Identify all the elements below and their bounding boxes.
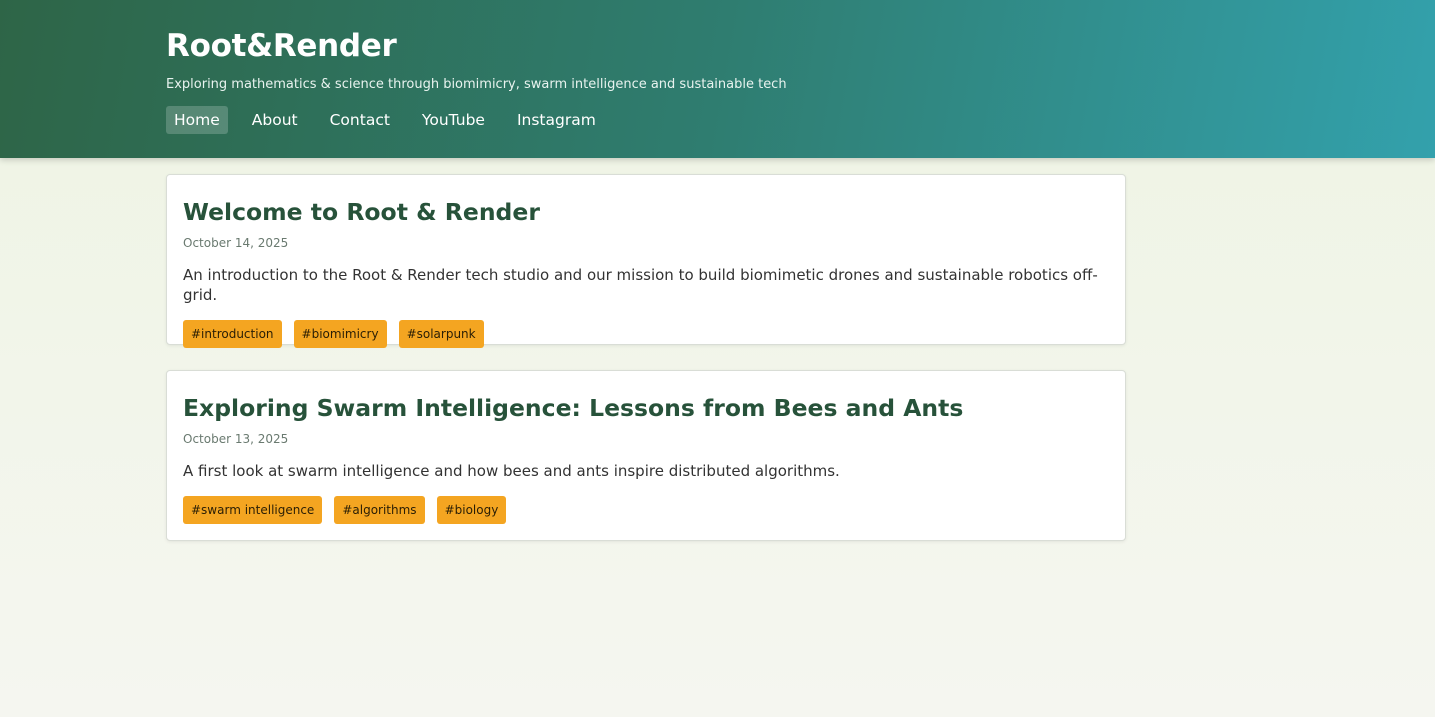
tag[interactable]: #solarpunk: [398, 320, 484, 348]
nav-about[interactable]: About: [244, 106, 306, 134]
post-title[interactable]: Welcome to Root & Render: [183, 197, 1109, 227]
site-tagline: Exploring mathematics & science through …: [166, 77, 787, 92]
post-date: October 13, 2025: [183, 432, 289, 446]
nav-instagram[interactable]: Instagram: [509, 106, 604, 134]
tag[interactable]: #biology: [436, 496, 507, 524]
tag-list: #introduction #biomimicry #solarpunk: [183, 320, 1109, 348]
tag[interactable]: #introduction: [183, 320, 282, 348]
main-nav: Home About Contact YouTube Instagram: [166, 106, 1435, 134]
site-header: Root&Render Exploring mathematics & scie…: [0, 0, 1435, 158]
post-card: Exploring Swarm Intelligence: Lessons fr…: [166, 370, 1126, 541]
site-title[interactable]: Root&Render: [166, 26, 1435, 66]
post-title[interactable]: Exploring Swarm Intelligence: Lessons fr…: [183, 393, 1109, 423]
post-excerpt: An introduction to the Root & Render tec…: [183, 266, 1098, 304]
post-excerpt: A first look at swarm intelligence and h…: [183, 462, 840, 480]
nav-home[interactable]: Home: [166, 106, 228, 134]
tag[interactable]: #algorithms: [334, 496, 425, 524]
tag-list: #swarm intelligence #algorithms #biology: [183, 496, 1109, 524]
post-date: October 14, 2025: [183, 236, 289, 250]
nav-youtube[interactable]: YouTube: [414, 106, 493, 134]
tag[interactable]: #swarm intelligence: [183, 496, 323, 524]
post-list: Welcome to Root & Render October 14, 202…: [0, 158, 1435, 541]
tag[interactable]: #biomimicry: [293, 320, 387, 348]
post-card: Welcome to Root & Render October 14, 202…: [166, 174, 1126, 348]
nav-contact[interactable]: Contact: [322, 106, 398, 134]
